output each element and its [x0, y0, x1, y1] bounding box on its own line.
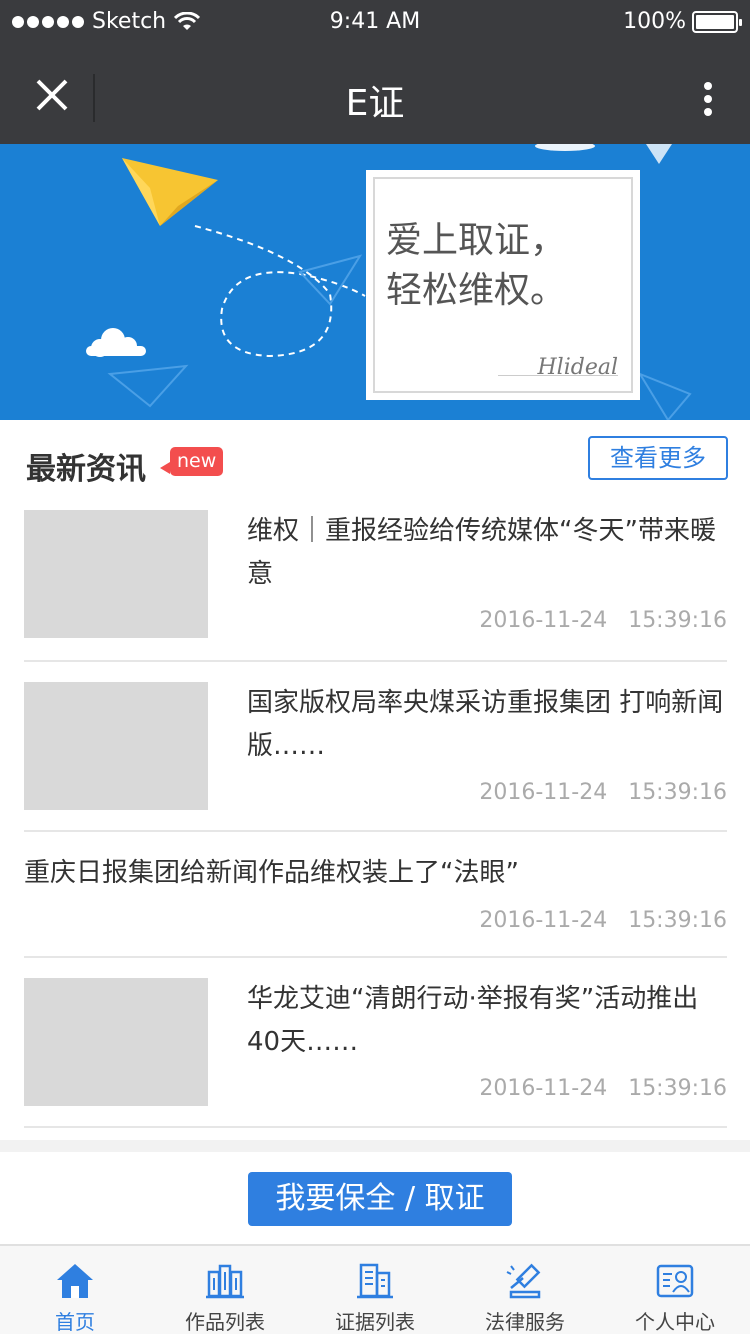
banner[interactable]: 爱上取证， 轻松维权。 Hlideal [0, 144, 750, 420]
view-more-button[interactable]: 查看更多 [588, 436, 728, 480]
more-options-icon[interactable] [704, 82, 714, 116]
tab-evidence[interactable]: 证据列表 [300, 1246, 450, 1334]
news-item[interactable]: 华龙艾迪“清朗行动·举报有奖”活动推出40天…… 2016-11-24 15:3… [24, 958, 727, 1128]
news-section-header: 最新资讯 new 查看更多 [0, 420, 750, 504]
status-bar: Sketch 9:41 AM 100% [0, 0, 750, 44]
news-date: 2016-11-24 15:39:16 [479, 780, 727, 805]
tab-home[interactable]: 首页 [0, 1246, 150, 1334]
battery-percent: 100% [623, 9, 686, 34]
battery-icon [692, 10, 742, 33]
gavel-icon [506, 1263, 541, 1299]
tab-profile-label: 个人中心 [635, 1310, 715, 1334]
news-date: 2016-11-24 15:39:16 [479, 908, 727, 933]
preserve-evidence-button[interactable]: 我要保全 / 取证 [248, 1172, 512, 1226]
nav-bar: E证 [0, 44, 750, 144]
news-thumbnail [24, 510, 208, 638]
news-date: 2016-11-24 15:39:16 [479, 608, 727, 633]
tab-legal-label: 法律服务 [485, 1310, 565, 1334]
news-title: 国家版权局率央煤采访重报集团 打响新闻版…… [247, 688, 724, 761]
banner-signature: Hlideal [537, 355, 618, 380]
buildings-icon [206, 1264, 244, 1299]
slogan-card: 爱上取证， 轻松维权。 Hlideal [366, 170, 640, 400]
section-separator [0, 1140, 750, 1152]
banner-slogan-line1: 爱上取证， [386, 220, 567, 261]
news-item[interactable]: 维权｜重报经验给传统媒体“冬天”带来暖意 2016-11-24 15:39:16 [24, 504, 727, 662]
banner-slogan: 爱上取证， 轻松维权。 [386, 216, 566, 316]
tab-legal[interactable]: 法律服务 [450, 1246, 600, 1334]
news-date: 2016-11-24 15:39:16 [479, 1076, 727, 1101]
news-item[interactable]: 国家版权局率央煤采访重报集团 打响新闻版…… 2016-11-24 15:39:… [24, 662, 727, 832]
tab-bar: 首页 作品列表 证据列表 法律服务 个人中心 [0, 1244, 750, 1334]
news-title: 华龙艾迪“清朗行动·举报有奖”活动推出40天…… [247, 984, 699, 1057]
banner-slogan-line2: 轻松维权。 [386, 270, 567, 311]
news-item[interactable]: 重庆日报集团给新闻作品维权装上了“法眼” 2016-11-24 15:39:16 [24, 832, 727, 958]
paper-plane-icon [122, 158, 218, 226]
news-thumbnail [24, 682, 208, 810]
tab-works[interactable]: 作品列表 [150, 1246, 300, 1334]
news-section-title: 最新资讯 [26, 452, 146, 487]
tab-evidence-label: 证据列表 [335, 1310, 415, 1334]
tab-works-label: 作品列表 [185, 1310, 265, 1334]
tab-home-label: 首页 [55, 1310, 95, 1334]
status-right: 100% [623, 9, 742, 34]
evidence-icon [357, 1263, 393, 1299]
news-title: 重庆日报集团给新闻作品维权装上了“法眼” [24, 858, 519, 888]
profile-card-icon [656, 1264, 694, 1298]
news-title: 维权｜重报经验给传统媒体“冬天”带来暖意 [247, 516, 716, 589]
home-icon [57, 1264, 93, 1298]
tab-profile[interactable]: 个人中心 [600, 1246, 750, 1334]
cloud-icon [86, 328, 146, 357]
news-thumbnail [24, 978, 208, 1106]
new-badge: new [159, 447, 224, 476]
page-title: E证 [345, 83, 405, 124]
